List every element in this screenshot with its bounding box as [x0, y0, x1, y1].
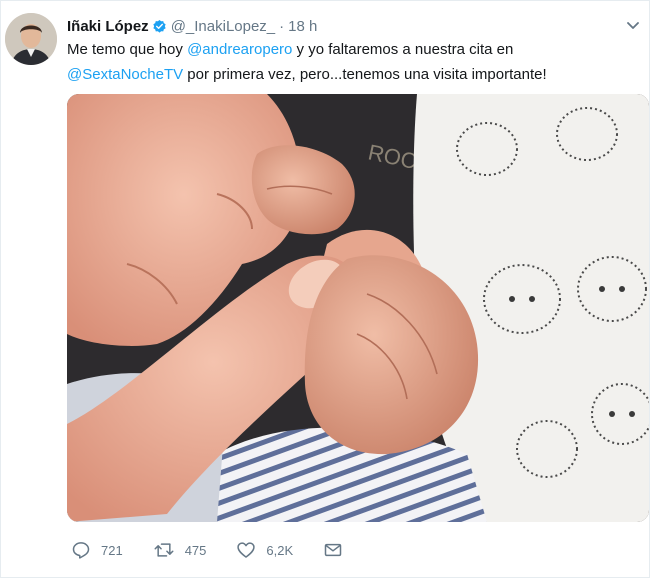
reply-button[interactable]: 721 — [71, 540, 123, 560]
tweet-header: Iñaki López @_InakiLopez_ · 18 h — [67, 15, 629, 37]
retweet-button[interactable]: 475 — [153, 540, 207, 560]
retweet-count: 475 — [184, 542, 207, 558]
mention-link-sextanochetv[interactable]: @SextaNocheTV — [67, 66, 183, 83]
like-icon — [237, 542, 256, 558]
like-button[interactable]: 6,2K — [236, 540, 293, 560]
retweet-icon — [154, 543, 174, 557]
tweet-text-segment: Me temo que hoy — [67, 41, 188, 58]
photo-baby-hand-illustration: ROCK'N'ROLL — [67, 94, 649, 522]
tweet-photo[interactable]: ROCK'N'ROLL — [67, 94, 649, 522]
verified-badge-icon — [152, 19, 167, 34]
mention-link-andrearopero[interactable]: @andrearopero — [187, 41, 292, 58]
tweet-actions: 721 475 6,2K — [71, 537, 383, 563]
tweet-text-segment: y yo faltaremos a nuestra cita en — [292, 41, 514, 58]
avatar[interactable] — [5, 13, 57, 65]
separator-dot: · — [279, 17, 285, 35]
reply-icon — [72, 542, 90, 559]
chevron-down-icon[interactable] — [625, 17, 641, 33]
reply-count: 721 — [101, 542, 123, 558]
message-icon — [324, 543, 342, 557]
tweet-text: Me temo que hoy @andrearopero y yo falta… — [67, 37, 637, 87]
author-handle[interactable]: @_InakiLopez_ — [171, 18, 275, 35]
direct-message-button[interactable] — [323, 540, 353, 560]
like-count: 6,2K — [266, 542, 294, 558]
tweet-text-segment: por primera vez, pero...tenemos una visi… — [183, 66, 547, 83]
tweet-timestamp[interactable]: 18 h — [288, 18, 317, 35]
tweet-card: Iñaki López @_InakiLopez_ · 18 h Me temo… — [0, 0, 650, 578]
author-name[interactable]: Iñaki López — [67, 18, 149, 35]
